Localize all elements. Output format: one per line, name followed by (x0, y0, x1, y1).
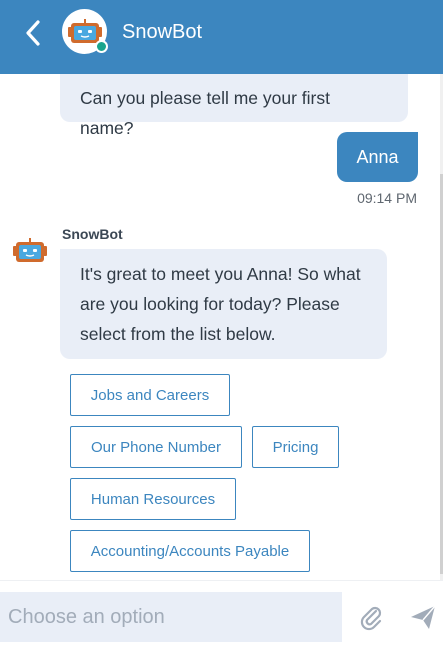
send-button[interactable] (409, 603, 437, 631)
sender-name: SnowBot (62, 226, 123, 242)
message-timestamp: 09:14 PM (357, 190, 417, 206)
back-button[interactable] (18, 16, 48, 50)
option-jobs-and-careers-button[interactable]: Jobs and Careers (70, 374, 230, 416)
chat-title: SnowBot (122, 21, 203, 43)
message-input[interactable] (0, 592, 342, 642)
option-accounting-button[interactable]: Accounting/Accounts Payable (70, 530, 310, 572)
input-bar (0, 580, 443, 649)
chat-window: SnowBot Can you please tell me your firs… (0, 0, 443, 649)
bot-avatar (62, 9, 108, 54)
paperclip-icon (360, 606, 382, 631)
robot-icon (13, 238, 47, 262)
option-human-resources-button[interactable]: Human Resources (70, 478, 236, 520)
online-status-dot (95, 40, 108, 53)
option-phone-number-button[interactable]: Our Phone Number (70, 426, 242, 468)
chat-header: SnowBot (0, 0, 443, 74)
chevron-left-icon (26, 20, 40, 46)
bot-message: Can you please tell me your first name? (60, 74, 408, 138)
bot-message: It's great to meet you Anna! So what are… (60, 249, 387, 359)
attach-button[interactable] (358, 604, 386, 632)
user-message: Anna (337, 132, 418, 182)
send-icon (411, 605, 436, 629)
message-list[interactable]: Can you please tell me your first name? … (0, 74, 443, 580)
option-pricing-button[interactable]: Pricing (252, 426, 339, 468)
